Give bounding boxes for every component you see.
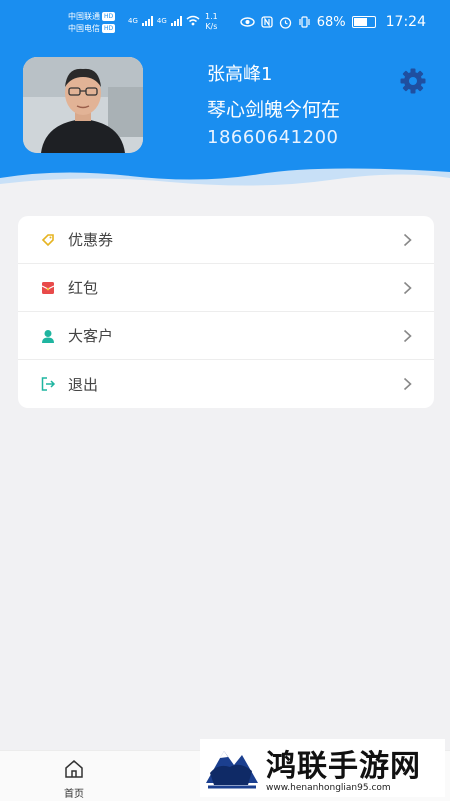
battery-icon bbox=[351, 16, 376, 28]
carrier-2: 中国电信 bbox=[68, 24, 100, 33]
menu-item-coupon[interactable]: 优惠券 bbox=[18, 216, 434, 264]
menu-label-key-account: 大客户 bbox=[68, 327, 114, 345]
network-speed: 1.1 K/s bbox=[205, 12, 218, 32]
hd-badge-2: HD bbox=[102, 24, 116, 33]
menu-label-coupon: 优惠券 bbox=[68, 231, 114, 249]
watermark-title: 鸿联手游网 bbox=[266, 749, 421, 784]
settings-gear-icon[interactable] bbox=[398, 66, 428, 96]
network-type-1: 4G bbox=[128, 16, 138, 25]
carrier-info: 中国联通 HD 中国电信 HD bbox=[68, 11, 116, 35]
profile-header: 中国联通HD 中国电信HD 4G 4G 1.1 K/s 68% 17:24 bbox=[0, 0, 450, 193]
user-name: 张高峰1 bbox=[207, 64, 273, 85]
alarm-icon bbox=[279, 16, 291, 29]
network-type-2: 4G bbox=[156, 16, 167, 25]
menu-item-red-envelope[interactable]: 红包 bbox=[18, 264, 434, 312]
speed-value: 1.1 bbox=[205, 12, 218, 21]
chevron-right-icon bbox=[403, 281, 412, 295]
menu-label-logout: 退出 bbox=[68, 375, 99, 394]
chevron-right-icon bbox=[403, 329, 412, 343]
chevron-right-icon bbox=[403, 377, 412, 391]
hd-badge-1: HD bbox=[102, 12, 116, 21]
avatar[interactable] bbox=[23, 57, 143, 153]
tab-home-label: 首页 bbox=[64, 789, 84, 800]
watermark: 鸿联手游网 www.henanhonglian95.com bbox=[200, 739, 445, 797]
logout-icon bbox=[41, 377, 56, 391]
red-envelope-icon bbox=[41, 282, 55, 294]
watermark-logo-icon bbox=[206, 751, 258, 789]
menu-card: 优惠券 红包 大客户 退出 bbox=[18, 216, 434, 408]
nfc-icon bbox=[261, 16, 273, 28]
carrier-1: 中国联通 bbox=[68, 12, 100, 21]
status-right: 68% 17:24 bbox=[240, 14, 426, 30]
signal-icon bbox=[170, 15, 182, 26]
eye-icon bbox=[240, 17, 255, 27]
chevron-right-icon bbox=[403, 233, 412, 247]
watermark-url: www.henanhonglian95.com bbox=[266, 783, 391, 793]
vibrate-icon bbox=[299, 16, 310, 28]
home-icon bbox=[65, 760, 83, 778]
user-motto: 琴心剑魄今何在 bbox=[207, 99, 341, 121]
status-bar: 中国联通 HD 中国电信 HD 4G 4G 1.1 K/s 68% 17:24 bbox=[0, 0, 450, 44]
coupon-icon bbox=[41, 234, 54, 247]
menu-item-logout[interactable]: 退出 bbox=[18, 360, 434, 408]
network-indicators: 4G 4G bbox=[128, 15, 200, 26]
tab-home[interactable]: 首页 bbox=[52, 759, 96, 800]
signal-icon bbox=[141, 15, 153, 26]
battery-percent: 68% bbox=[316, 14, 346, 30]
menu-item-key-account[interactable]: 大客户 bbox=[18, 312, 434, 360]
clock: 17:24 bbox=[385, 14, 426, 30]
wifi-icon bbox=[186, 15, 200, 26]
user-icon bbox=[42, 330, 54, 343]
speed-unit: K/s bbox=[205, 22, 218, 31]
header-wave bbox=[0, 168, 450, 193]
user-phone: 18660641200 bbox=[207, 127, 339, 148]
menu-label-red-envelope: 红包 bbox=[68, 279, 99, 297]
